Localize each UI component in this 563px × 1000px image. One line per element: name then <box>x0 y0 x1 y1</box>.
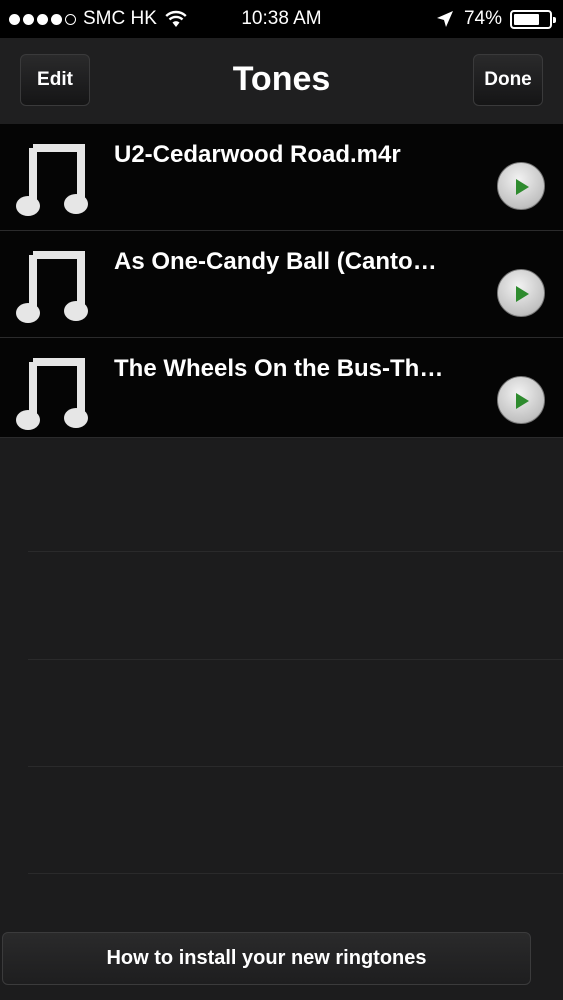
battery-percent: 74% <box>463 8 502 29</box>
play-icon <box>516 286 529 302</box>
empty-row-divider <box>28 873 563 874</box>
status-right: 74% <box>436 8 556 30</box>
install-ringtones-button[interactable]: How to install your new ringtones <box>2 932 531 985</box>
music-note-icon <box>16 144 88 216</box>
tone-row[interactable]: U2-Cedarwood Road.m4r <box>0 124 563 231</box>
tone-row[interactable]: As One-Candy Ball (Canto… <box>0 231 563 338</box>
done-button[interactable]: Done <box>473 54 543 106</box>
battery-icon <box>510 9 556 29</box>
play-button[interactable] <box>497 269 545 317</box>
status-bar: SMC HK 10:38 AM 74% <box>0 0 563 38</box>
music-note-icon <box>16 358 88 430</box>
tone-name: U2-Cedarwood Road.m4r <box>114 141 401 168</box>
play-button[interactable] <box>497 376 545 424</box>
empty-row-divider <box>28 551 563 552</box>
music-note-icon <box>16 251 88 323</box>
navigation-bar: Edit Tones Done <box>0 38 563 124</box>
empty-row-divider <box>28 659 563 660</box>
tone-name: The Wheels On the Bus-Th… <box>114 355 444 382</box>
tone-list: U2-Cedarwood Road.m4r As One-Candy Ball … <box>0 124 563 438</box>
play-button[interactable] <box>497 162 545 210</box>
tone-name: As One-Candy Ball (Canto… <box>114 248 437 275</box>
empty-row-divider <box>28 766 563 767</box>
play-icon <box>516 393 529 409</box>
tone-row[interactable]: The Wheels On the Bus-Th… <box>0 338 563 438</box>
play-icon <box>516 179 529 195</box>
location-arrow-icon <box>436 11 453 27</box>
